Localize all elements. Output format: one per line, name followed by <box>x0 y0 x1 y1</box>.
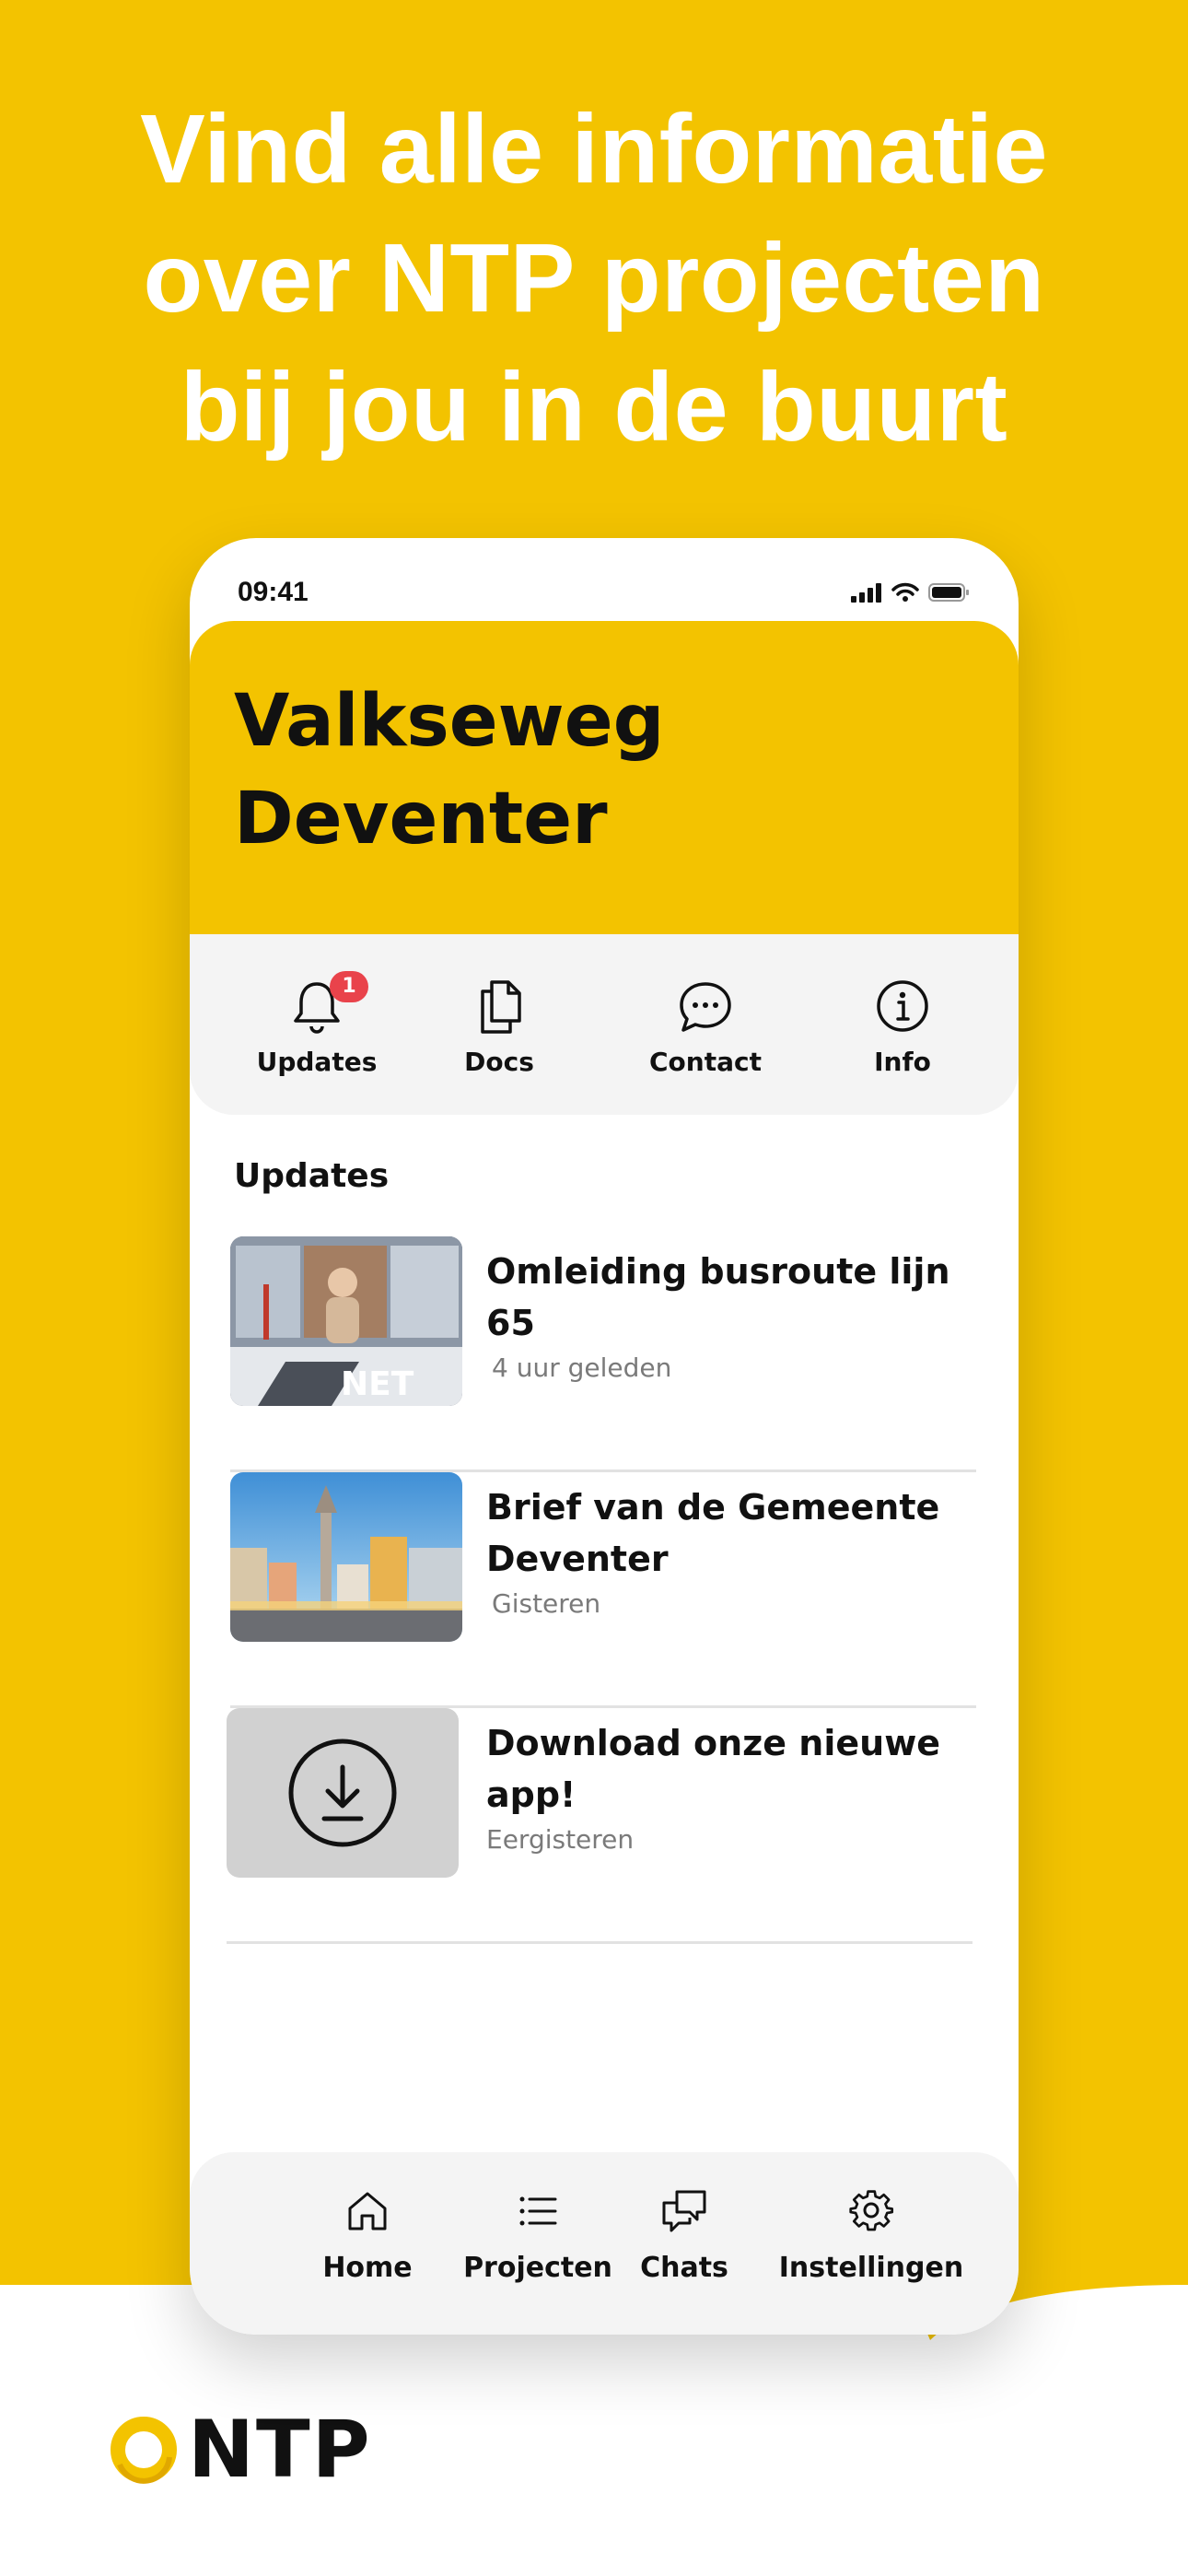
status-bar: 09:41 <box>190 538 1019 621</box>
quick-nav-label: Contact <box>649 1047 762 1077</box>
update-title: Brief van de Gemeente Deventer <box>486 1487 940 1579</box>
bus-photo: NET <box>230 1236 462 1406</box>
update-title: Download onze nieuwe app! <box>486 1723 941 1815</box>
download-icon <box>288 1739 397 1847</box>
quick-nav-docs[interactable]: Docs <box>407 971 591 1077</box>
bus-photo-image: NET <box>230 1236 462 1406</box>
ntp-logo-text: NTP <box>188 2404 372 2496</box>
ntp-logo: NTP <box>109 2404 403 2496</box>
tab-projecten[interactable]: Projecten <box>446 2185 630 2284</box>
update-item[interactable]: Brief van de Gemeente Deventer Gisteren <box>230 1472 976 1708</box>
quick-nav: 1 Updates Docs Contact Info <box>190 934 1019 1115</box>
wifi-icon <box>891 582 919 602</box>
update-title: Omleiding busroute lijn 65 <box>486 1251 950 1343</box>
quick-nav-contact[interactable]: Contact <box>613 971 798 1077</box>
bell-icon-wrap: 1 <box>225 971 409 1036</box>
quick-nav-label: Docs <box>464 1047 534 1077</box>
project-header: Valkseweg Deventer <box>190 621 1019 934</box>
bottom-tab-bar: Home Projecten Chats Instellingen <box>190 2152 1019 2335</box>
tab-instellingen[interactable]: Instellingen <box>774 2185 969 2284</box>
signal-icon <box>851 583 881 603</box>
status-icons <box>851 582 971 603</box>
chats-icon-wrap <box>624 2185 744 2237</box>
notification-badge: 1 <box>330 971 368 1002</box>
info-icon <box>877 980 928 1032</box>
phone-mockup: 09:41 Valkseweg Deventer 1 Updates Docs … <box>190 538 1019 2335</box>
project-title-line: Valkseweg <box>234 680 665 763</box>
update-item[interactable]: Download onze nieuwe app! Eergisteren <box>227 1708 973 1944</box>
download-thumb <box>227 1708 459 1878</box>
chats-icon <box>662 2190 706 2232</box>
documents-icon-wrap <box>407 971 591 1036</box>
tab-label: Instellingen <box>778 2252 964 2284</box>
home-icon-wrap <box>298 2185 437 2237</box>
home-icon <box>348 2192 387 2231</box>
tab-label: Chats <box>640 2252 728 2284</box>
quick-nav-info[interactable]: Info <box>810 971 995 1077</box>
info-icon-wrap <box>810 971 995 1036</box>
documents-icon <box>481 980 521 1034</box>
headline-line: bij jou in de buurt <box>180 353 1008 462</box>
town-square-photo <box>230 1472 462 1642</box>
update-time: Gisteren <box>492 1588 601 1619</box>
update-time: Eergisteren <box>486 1824 635 1855</box>
quick-nav-label: Updates <box>256 1047 378 1077</box>
updates-section-title: Updates <box>234 1157 390 1195</box>
town-square-photo-image <box>230 1472 462 1642</box>
quick-nav-label: Info <box>874 1047 931 1077</box>
gear-icon <box>849 2190 894 2231</box>
tab-label: Projecten <box>463 2252 612 2284</box>
tab-chats[interactable]: Chats <box>624 2185 744 2284</box>
project-title-line: Deventer <box>234 778 608 861</box>
list-icon-wrap <box>446 2185 630 2237</box>
chat-bubble-icon <box>680 982 731 1032</box>
gear-icon-wrap <box>774 2185 969 2237</box>
update-item[interactable]: NET Omleiding busroute lijn 65 4 uur gel… <box>230 1236 976 1472</box>
update-time: 4 uur geleden <box>492 1352 672 1383</box>
ntp-logo-ring-icon <box>111 2417 177 2484</box>
project-title: Valkseweg Deventer <box>234 673 971 868</box>
headline-line: over NTP projecten <box>143 224 1045 333</box>
promo-headline: Vind alle informatie over NTP projecten … <box>0 85 1188 472</box>
battery-icon <box>928 583 969 602</box>
list-icon <box>519 2196 557 2226</box>
headline-line: Vind alle informatie <box>140 95 1048 204</box>
status-time: 09:41 <box>238 577 309 607</box>
tab-home[interactable]: Home <box>298 2185 437 2284</box>
chat-bubble-icon-wrap <box>613 971 798 1036</box>
svg-text:NET: NET <box>341 1365 414 1403</box>
quick-nav-updates[interactable]: 1 Updates <box>225 971 409 1077</box>
tab-label: Home <box>322 2252 413 2284</box>
